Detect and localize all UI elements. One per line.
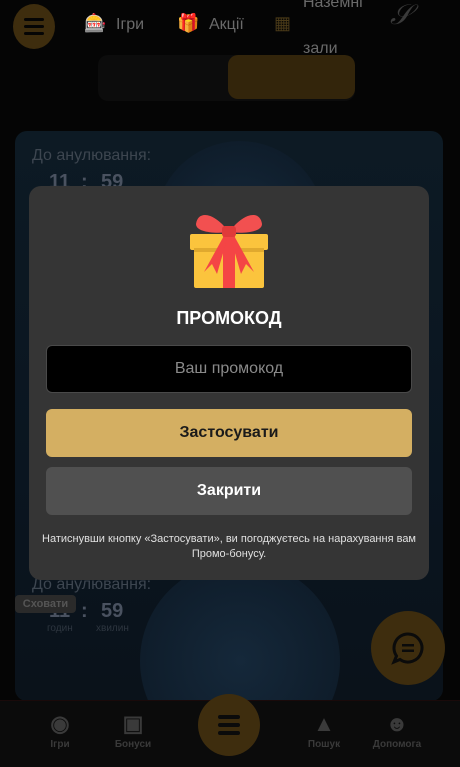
- snow-globe-image: [140, 561, 340, 701]
- bottom-nav-games[interactable]: ◉ Ігри: [20, 709, 100, 750]
- bottom-nav-label: Допомога: [372, 739, 422, 750]
- modal-title: ПРОМОКОД: [176, 308, 282, 328]
- gift-icon: [190, 214, 268, 288]
- gift-icon: 🎁: [177, 13, 200, 33]
- chat-icon: [391, 632, 424, 665]
- building-icon: ▦: [274, 13, 292, 33]
- tree-icon: ▲: [313, 711, 335, 736]
- menu-button[interactable]: [13, 4, 55, 49]
- santa-icon: ☻: [385, 711, 409, 736]
- chat-button[interactable]: [371, 611, 445, 685]
- bottom-nav-label: Ігри: [50, 739, 70, 750]
- close-button[interactable]: Закрити: [46, 467, 412, 515]
- slot-machine-icon: 🎰: [84, 13, 107, 33]
- nav-land-halls-line1[interactable]: Наземні: [303, 0, 363, 12]
- bottom-nav-help[interactable]: ☻ Допомога: [357, 709, 437, 750]
- promo-code-input[interactable]: [46, 345, 412, 393]
- bottom-nav-label: Пошук: [307, 739, 341, 750]
- bottom-menu-button[interactable]: [198, 694, 260, 756]
- bottom-nav-bonuses[interactable]: ▣ Бонуси: [93, 709, 173, 750]
- timer-minutes: 59: [101, 600, 124, 622]
- ornament-icon: ◉: [50, 711, 70, 736]
- nav-games[interactable]: Ігри: [116, 16, 144, 34]
- hours-unit: годин: [47, 623, 73, 634]
- minutes-unit: хвилин: [96, 623, 129, 634]
- hide-button[interactable]: Сховати: [15, 595, 76, 613]
- countdown-label: До анулювання:: [32, 147, 152, 164]
- promo-code-modal: ПРОМОКОД Застосувати Закрити Натиснувши …: [29, 186, 429, 580]
- logo[interactable]: 𝒮: [390, 0, 412, 32]
- apply-button[interactable]: Застосувати: [46, 409, 412, 457]
- timer-separator: :: [81, 600, 88, 622]
- terms-note: Натиснувши кнопку «Застосувати», ви пого…: [42, 533, 416, 560]
- bottom-nav-search[interactable]: ▲ Пошук: [284, 709, 364, 750]
- bottom-nav-label: Бонуси: [114, 739, 152, 750]
- gift-icon: ▣: [122, 711, 144, 736]
- nav-promotions[interactable]: Акції: [209, 16, 244, 34]
- tabs-bar[interactable]: [98, 55, 355, 101]
- tab-active[interactable]: [228, 55, 355, 99]
